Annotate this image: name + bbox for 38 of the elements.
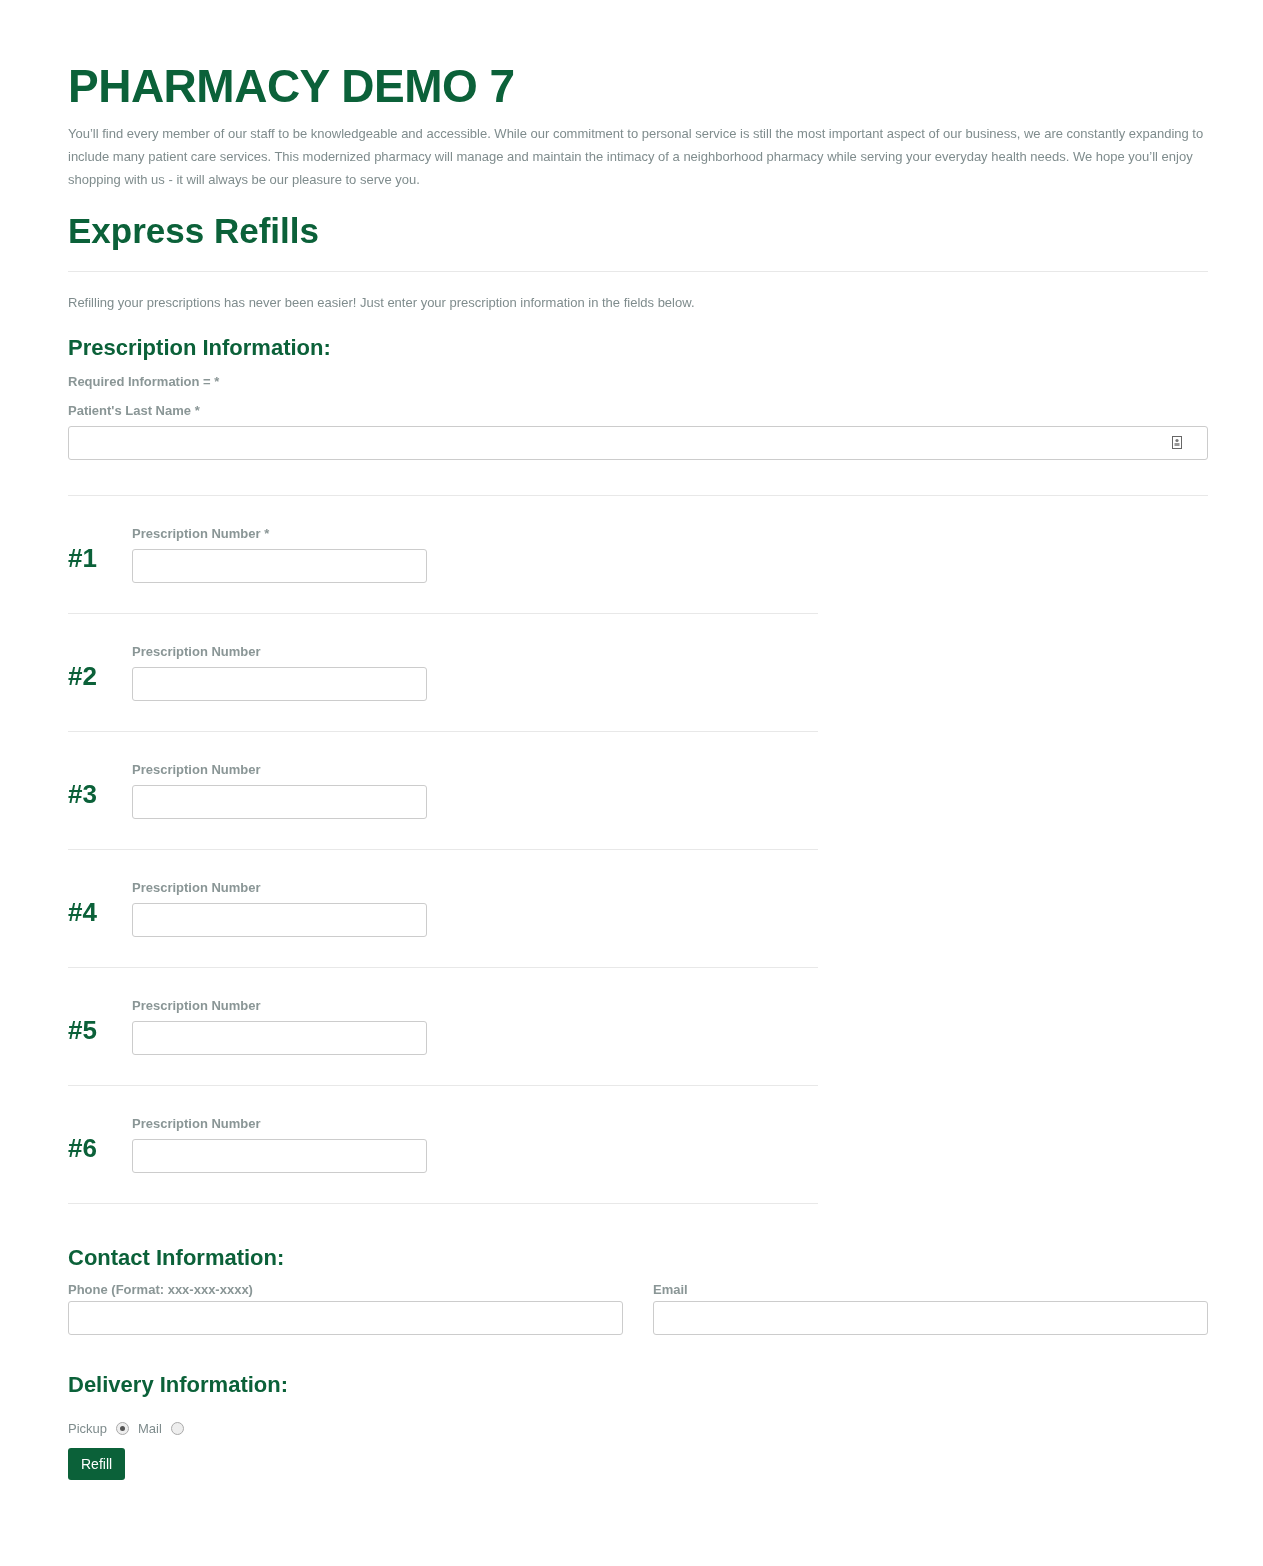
prescription-field[interactable] [132, 1021, 427, 1055]
field-label: Prescription Number [132, 880, 262, 895]
page-title: PHARMACY DEMO 7 [68, 59, 516, 114]
radio-label: Pickup [68, 1421, 108, 1436]
field-label: Phone (Format: xxx-xxx-xxxx) [68, 1282, 254, 1297]
prescription-field[interactable] [132, 903, 427, 937]
section-heading: Delivery Information: [68, 1371, 290, 1399]
prescription-field[interactable] [132, 1139, 427, 1173]
field-label: Prescription Number [132, 1116, 262, 1131]
field-label: Prescription Number * [132, 526, 271, 541]
email-field[interactable] [653, 1301, 1208, 1335]
prescription-number: #4 [68, 896, 98, 928]
phone-field[interactable] [68, 1301, 623, 1335]
prescription-number: #2 [68, 660, 98, 692]
prescription-field[interactable] [132, 549, 427, 583]
section-intro: Refilling your prescriptions has never been easier! Just enter your prescription information in the fields below. [68, 295, 696, 310]
radio-label: Mail [138, 1421, 162, 1436]
field-label: Email [653, 1282, 689, 1297]
section-heading: Prescription Information: [68, 334, 332, 362]
intro-paragraph: You’ll find every member of our staff to be knowledgeable and accessible. While our commitment to personal service is still the most important aspect of our business, we are constantly expanding to include many patient care services. This modernized pharmacy will manage and maintain the intimacy of a neighborhood pharmacy while serving your everyday health needs. We hope you’ll enjoy shopping with us - it will always be our pleasure to serve you. [68, 125, 1205, 189]
last-name-field[interactable] [68, 426, 1208, 460]
contact-card-icon [1172, 436, 1182, 449]
radio-button[interactable] [170, 1422, 184, 1435]
section-title: Express Refills [68, 210, 320, 252]
prescription-field[interactable] [132, 667, 427, 701]
prescription-number: #5 [68, 1014, 98, 1046]
prescription-number: #6 [68, 1132, 98, 1164]
prescription-field[interactable] [132, 785, 427, 819]
refill-button[interactable]: Refill [68, 1448, 126, 1480]
section-heading: Contact Information: [68, 1244, 286, 1272]
radio-button[interactable] [116, 1422, 130, 1435]
prescription-number: #3 [68, 778, 98, 810]
field-label: Patient's Last Name * [68, 403, 201, 418]
prescription-number: #1 [68, 542, 98, 574]
required-note: Required Information = * [68, 374, 221, 389]
field-label: Prescription Number [132, 762, 262, 777]
field-label: Prescription Number [132, 998, 262, 1013]
field-label: Prescription Number [132, 644, 262, 659]
